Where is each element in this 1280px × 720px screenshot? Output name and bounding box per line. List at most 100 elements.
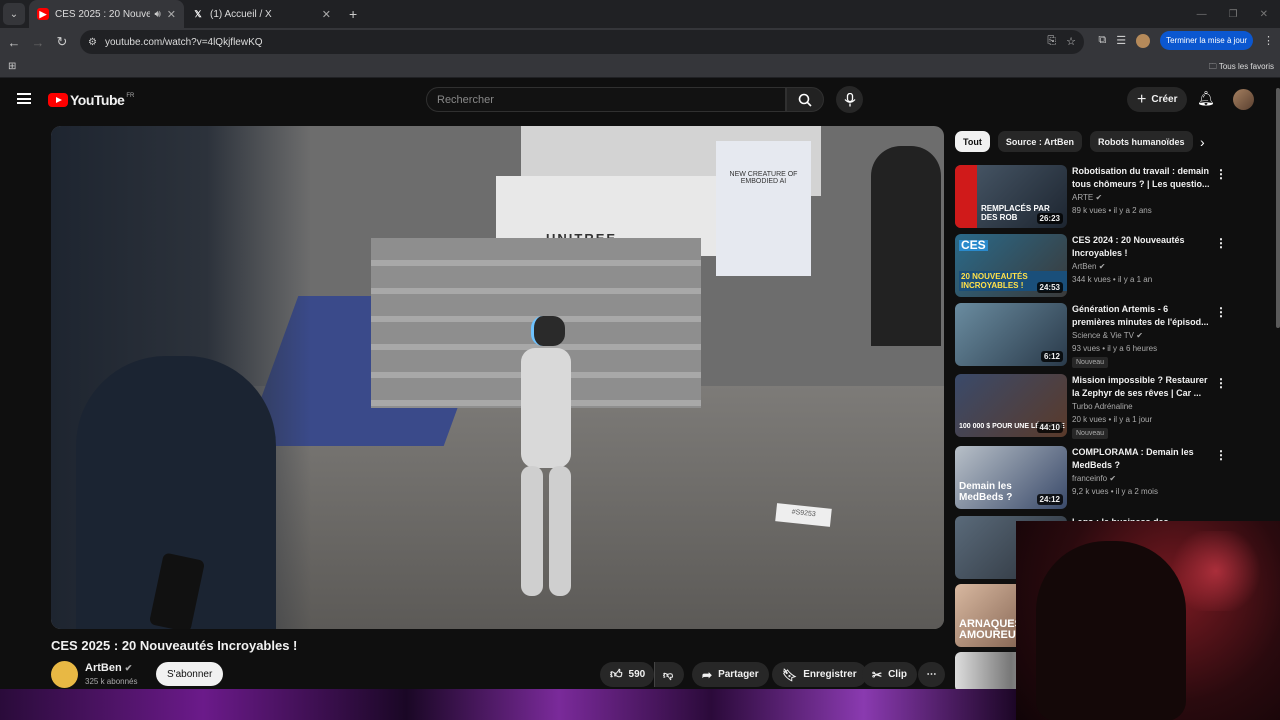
rec-channel[interactable]: ArtBen ✔	[1072, 262, 1105, 271]
recommendation-item[interactable]: REMPLACÉS PAR DES ROB 26:23 Robotisation…	[955, 165, 1227, 229]
tab-list-chevron-icon[interactable]: ⌄	[3, 3, 25, 25]
share-icon: ➦	[702, 667, 713, 682]
apps-grid-icon[interactable]: ⊞	[8, 61, 16, 72]
thumbnail-caption: Demain les MedBeds ?	[959, 481, 1013, 503]
update-button[interactable]: Terminer la mise à jour	[1160, 31, 1253, 50]
notifications-bell-icon[interactable]: 🔔︎	[1197, 90, 1215, 107]
rec-title[interactable]: Génération Artemis - 6 premières minutes…	[1072, 303, 1210, 329]
restore-icon[interactable]: ❐	[1229, 9, 1238, 20]
search-input[interactable]: Rechercher	[426, 87, 786, 112]
chip-source[interactable]: Source : ArtBen	[997, 131, 1083, 152]
more-vertical-icon[interactable]: ⋮	[1215, 167, 1227, 181]
clip-label: Clip	[888, 669, 907, 680]
rec-channel[interactable]: Turbo Adrénaline	[1072, 402, 1133, 411]
rec-channel-name: ArtBen	[1072, 262, 1097, 271]
microphone-icon	[844, 92, 855, 106]
video-thumbnail[interactable]: REMPLACÉS PAR DES ROB 26:23	[955, 165, 1067, 228]
more-vertical-icon[interactable]: ⋮	[1215, 305, 1227, 319]
tab-title: CES 2025 : 20 Nouveautés I	[55, 8, 151, 20]
tab-title: (1) Accueil / X	[210, 8, 272, 20]
more-vertical-icon[interactable]: ⋮	[1215, 236, 1227, 250]
recommendation-item[interactable]: 6:12 Génération Artemis - 6 premières mi…	[955, 303, 1227, 368]
verified-check-icon: ✔	[1095, 193, 1103, 202]
user-avatar[interactable]	[1233, 89, 1254, 110]
recommendation-item[interactable]: Demain les MedBeds ? 24:12 COMPLORAMA : …	[955, 446, 1227, 510]
thumbs-down-icon: 👎︎	[663, 669, 674, 681]
rec-title[interactable]: COMPLORAMA : Demain les MedBeds ?	[1072, 446, 1210, 472]
new-badge: Nouveau	[1072, 357, 1109, 368]
more-actions-button[interactable]: ⋯	[918, 662, 945, 687]
stream-overlay-strip	[0, 689, 1016, 720]
close-tab-icon[interactable]: ✕	[167, 8, 176, 21]
share-button[interactable]: ➦ Partager	[692, 662, 769, 687]
create-button[interactable]: + Créer	[1127, 87, 1188, 112]
youtube-logo[interactable]: YouTube FR	[48, 92, 134, 108]
recommendation-item[interactable]: CES 20 NOUVEAUTÉS INCROYABLES ! 24:53 CE…	[955, 234, 1227, 298]
rec-channel[interactable]: franceinfo ✔	[1072, 474, 1116, 483]
scene-mannequin	[871, 146, 941, 346]
rec-title[interactable]: Robotisation du travail : demain tous ch…	[1072, 165, 1210, 191]
more-vertical-icon[interactable]: ⋮	[1215, 448, 1227, 462]
banner-text: NEW CREATURE OF EMBODIED AI	[729, 171, 798, 185]
rec-title[interactable]: CES 2024 : 20 Nouveautés Incroyables !	[1072, 234, 1210, 260]
video-thumbnail[interactable]: 6:12	[955, 303, 1067, 366]
recommendation-item[interactable]: 100 000 $ POUR UNE LÉGENDE 44:10 Mission…	[955, 374, 1227, 439]
chip-all[interactable]: Tout	[955, 131, 990, 152]
page-scrollbar[interactable]	[1276, 88, 1280, 328]
tab-x[interactable]: 𝕏 (1) Accueil / X ✕	[184, 0, 339, 28]
duration-badge: 24:12	[1036, 494, 1063, 505]
all-bookmarks-button[interactable]: 🗀︎ Tous les favoris	[1209, 61, 1274, 75]
site-info-icon[interactable]: ⚙	[88, 37, 97, 48]
reload-icon[interactable]: ↻	[50, 34, 74, 50]
video-player[interactable]: UNITREE NEW CREATURE OF EMBODIED AI #S92…	[51, 126, 944, 629]
chip-robots[interactable]: Robots humanoïdes	[1090, 131, 1193, 152]
install-app-icon[interactable]: ⎘	[1047, 35, 1056, 48]
new-badge: Nouveau	[1072, 428, 1109, 439]
more-menu-icon[interactable]: ⋮	[1263, 34, 1274, 47]
channel-avatar[interactable]	[51, 661, 78, 688]
close-tab-icon[interactable]: ✕	[322, 8, 331, 21]
new-tab-icon[interactable]: +	[349, 6, 357, 22]
minimize-icon[interactable]: —	[1197, 9, 1207, 20]
reading-list-icon[interactable]: ☰	[1116, 34, 1126, 47]
save-button[interactable]: 🔖︎ Enregistrer	[772, 662, 867, 687]
thumbs-up-icon: 👍︎	[610, 667, 623, 681]
rec-channel-name: franceinfo	[1072, 474, 1108, 483]
more-vertical-icon[interactable]: ⋮	[1215, 376, 1227, 390]
duration-badge: 44:10	[1036, 422, 1063, 433]
rec-channel[interactable]: ARTE ✔	[1072, 193, 1102, 202]
back-icon[interactable]: ←	[2, 35, 26, 50]
clip-button[interactable]: ✂ Clip	[862, 662, 917, 687]
create-label: Créer	[1151, 94, 1178, 105]
video-thumbnail[interactable]: Demain les MedBeds ? 24:12	[955, 446, 1067, 509]
hamburger-menu-icon[interactable]	[17, 93, 31, 104]
profile-avatar[interactable]	[1136, 33, 1151, 48]
robot-body	[521, 348, 571, 468]
video-thumbnail[interactable]: 100 000 $ POUR UNE LÉGENDE 44:10	[955, 374, 1067, 437]
dislike-button[interactable]: 👎︎	[654, 662, 684, 687]
rec-title[interactable]: Mission impossible ? Restaurer la Zephyr…	[1072, 374, 1210, 400]
address-bar[interactable]: ⚙ youtube.com/watch?v=4lQkjflewKQ ⎘ ☆	[80, 30, 1084, 54]
subscribe-button[interactable]: S'abonner	[156, 662, 224, 686]
bookmark-star-icon[interactable]: ☆	[1066, 35, 1076, 48]
forward-icon[interactable]: →	[26, 35, 50, 50]
duration-badge: 26:23	[1036, 213, 1063, 224]
chevron-right-icon[interactable]: ›	[1200, 134, 1205, 150]
bookmarks-bar: ⊞ 🗀︎ Tous les favoris	[0, 56, 1280, 78]
voice-search-button[interactable]	[836, 86, 863, 113]
close-window-icon[interactable]: ✕	[1260, 9, 1268, 20]
rec-meta: 93 vues • il y a 6 heures	[1072, 344, 1158, 353]
thumbnail-caption: ARNAQUES AMOUREU	[959, 618, 1022, 641]
channel-name[interactable]: ArtBen ✔	[85, 662, 132, 674]
webcam-overlay	[1016, 521, 1280, 720]
speaker-icon[interactable]: 🔊︎	[154, 9, 160, 20]
tab-youtube[interactable]: ▶ CES 2025 : 20 Nouveautés I 🔊︎ ✕	[29, 0, 184, 28]
video-thumbnail[interactable]: CES 20 NOUVEAUTÉS INCROYABLES ! 24:53	[955, 234, 1067, 297]
search-button[interactable]	[786, 87, 824, 112]
like-button[interactable]: 👍︎ 590	[600, 662, 654, 687]
youtube-play-icon	[48, 93, 68, 107]
rec-channel[interactable]: Science & Vie TV ✔	[1072, 331, 1143, 340]
extensions-icon[interactable]: ⧉	[1098, 34, 1106, 47]
duration-badge: 24:53	[1036, 282, 1063, 293]
x-favicon-icon: 𝕏	[194, 8, 202, 19]
